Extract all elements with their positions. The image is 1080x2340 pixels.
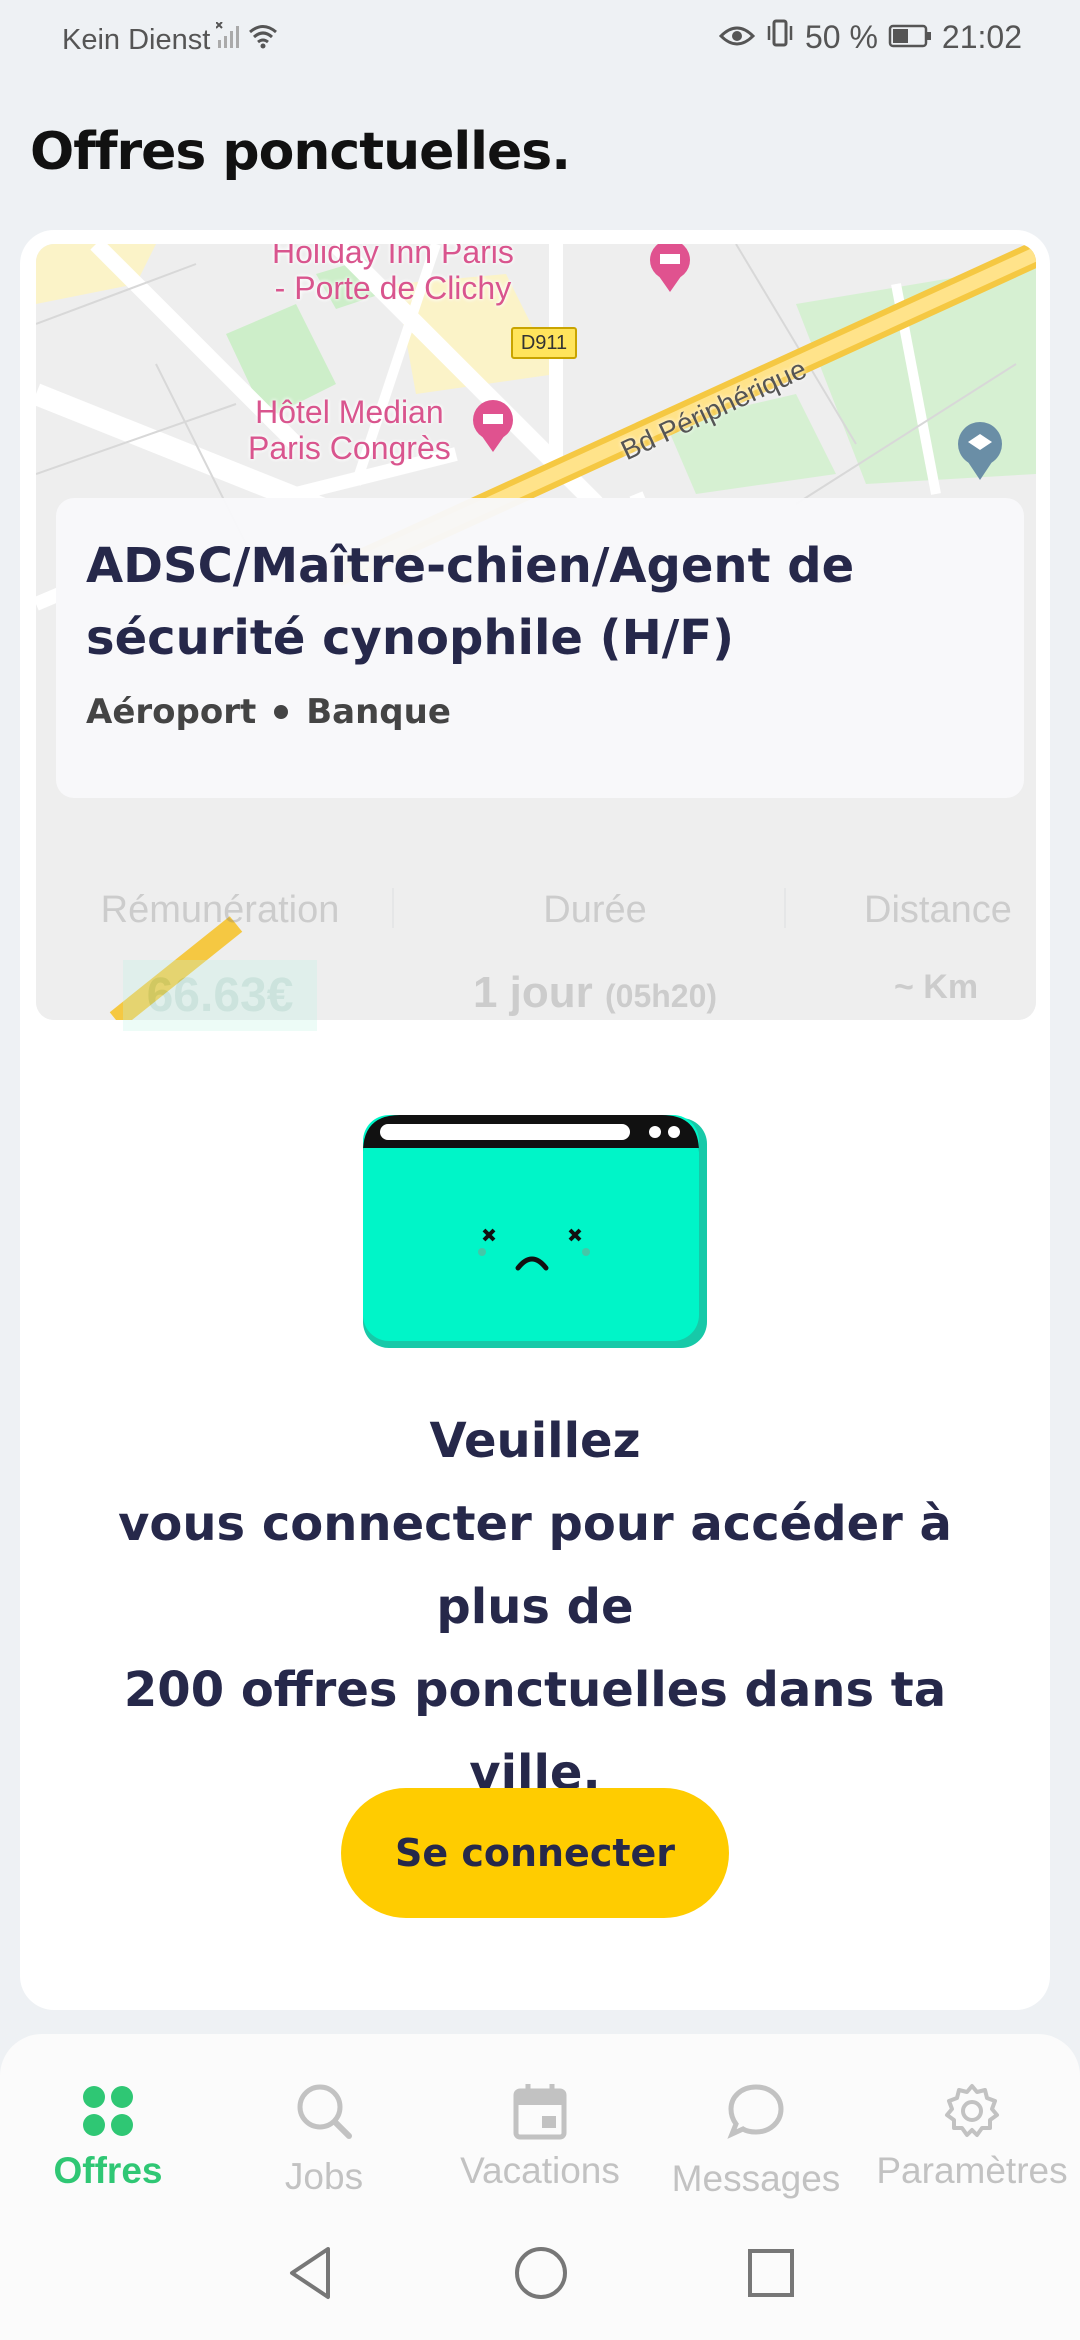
status-left: Kein Dienst [62, 21, 278, 58]
chat-bubble-icon [651, 2078, 861, 2144]
job-tags: Aéroport Banque [86, 692, 994, 732]
map-label-hotel-holiday-inn: Holiday Inn Paris - Porte de Clichy [272, 244, 514, 306]
stat-divider [784, 888, 786, 928]
wifi-icon [248, 23, 278, 57]
vibrate-icon [765, 18, 795, 56]
nav-item-vacations[interactable]: Vacations [435, 2078, 645, 2192]
status-right: 50 % 21:02 [718, 18, 1022, 56]
nav-label-vacations: Vacations [460, 2150, 620, 2191]
carrier-text: Kein Dienst [62, 23, 211, 56]
nav-item-jobs[interactable]: Jobs [219, 2078, 429, 2198]
offer-card[interactable]: Holiday Inn Paris - Porte de Clichy Hôte… [20, 230, 1050, 2010]
nav-label-jobs: Jobs [284, 2156, 364, 2197]
stat-duration-value: 1 jour [472, 968, 593, 1017]
nav-label-parametres: Paramètres [876, 2150, 1068, 2191]
job-title: ADSC/Maître-chien/Agent de sécurité cyno… [86, 538, 855, 666]
route-shield: D911 [511, 327, 577, 359]
page-title: Offres ponctuelles. [30, 122, 571, 182]
nav-label-messages: Messages [671, 2158, 841, 2199]
stat-duration-label: Durée [543, 889, 647, 931]
grid-dots-icon [3, 2078, 213, 2144]
calendar-icon [435, 2078, 645, 2144]
nav-item-messages[interactable]: Messages [651, 2078, 861, 2200]
back-icon[interactable] [286, 2245, 334, 2305]
nav-label-offres: Offres [53, 2150, 163, 2191]
job-info-panel: ADSC/Maître-chien/Agent de sécurité cyno… [56, 498, 1024, 798]
status-bar: Kein Dienst 50 % 21:02 [0, 0, 1080, 76]
login-message: Veuillez vous connecter pour accéder à p… [50, 1400, 1020, 1815]
stat-distance-label: Distance [864, 889, 1012, 931]
search-icon [219, 2078, 429, 2144]
stat-duration-detail: (05h20) [604, 978, 718, 1014]
clock: 21:02 [941, 18, 1022, 55]
nav-item-parametres[interactable]: Paramètres [867, 2078, 1077, 2192]
battery-icon [888, 19, 932, 56]
login-message-line: plus de [436, 1579, 634, 1635]
login-button[interactable]: Se connecter [341, 1788, 729, 1918]
eye-icon [718, 19, 756, 56]
recents-icon[interactable] [746, 2245, 796, 2305]
tag-separator-dot [274, 705, 289, 719]
login-message-line: vous connecter pour accéder à [118, 1496, 952, 1552]
stat-duration: Durée 1 jour (05h20) [400, 880, 790, 1018]
stat-pay: Rémunération 66.63€ [50, 880, 390, 1031]
nav-item-offres[interactable]: Offres [3, 2078, 213, 2192]
tag-bank: Banque [306, 692, 451, 732]
stat-distance-value: ~ Km [894, 968, 979, 1006]
signal-icon [215, 21, 242, 58]
stat-distance: Distance ~ Km [800, 880, 1050, 1007]
offer-stats: Rémunération 66.63€ Durée 1 jour (05h20)… [20, 880, 1050, 1080]
tag-airport: Aéroport [86, 692, 257, 732]
stat-pay-label: Rémunération [100, 889, 340, 931]
sad-window-illustration [360, 1112, 710, 1352]
home-icon[interactable] [514, 2245, 568, 2305]
map-label-hotel-median: Hôtel Median Paris Congrès [248, 394, 451, 466]
stat-divider [392, 888, 394, 928]
login-message-line: Veuillez [429, 1413, 641, 1469]
stat-pay-value: 66.63€ [122, 960, 318, 1031]
system-nav-bar [0, 2225, 1080, 2325]
battery-percent: 50 % [804, 18, 878, 55]
gear-icon [867, 2078, 1077, 2144]
